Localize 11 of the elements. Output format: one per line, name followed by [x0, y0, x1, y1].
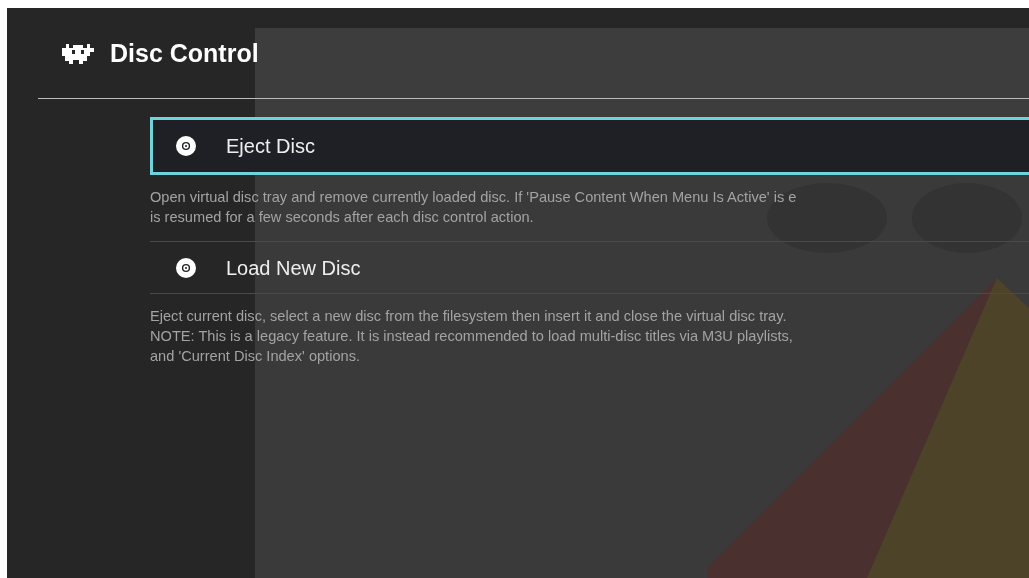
description-text: and 'Current Disc Index' options. — [150, 347, 361, 366]
disc-icon — [176, 257, 196, 278]
description-text: NOTE: This is a legacy feature. It is instead recommended to load multi-disc titles via M3U playlists, — [150, 327, 794, 346]
page-title: Disc Control — [110, 38, 259, 70]
menu-item[interactable]: Load New Disc — [150, 242, 1029, 294]
menu-item[interactable]: Eject Disc — [150, 117, 1029, 175]
description-text: is resumed for a few seconds after each disc control action. — [150, 208, 535, 227]
description-text: Open virtual disc tray and remove currently loaded disc. If 'Pause Content When Menu Is Active' is e — [150, 188, 798, 207]
disc-icon — [176, 136, 196, 156]
description-text: Eject current disc, select a new disc from the filesystem then insert it and close the virtual disc tray. — [150, 307, 788, 326]
invader-logo-icon — [62, 44, 94, 64]
